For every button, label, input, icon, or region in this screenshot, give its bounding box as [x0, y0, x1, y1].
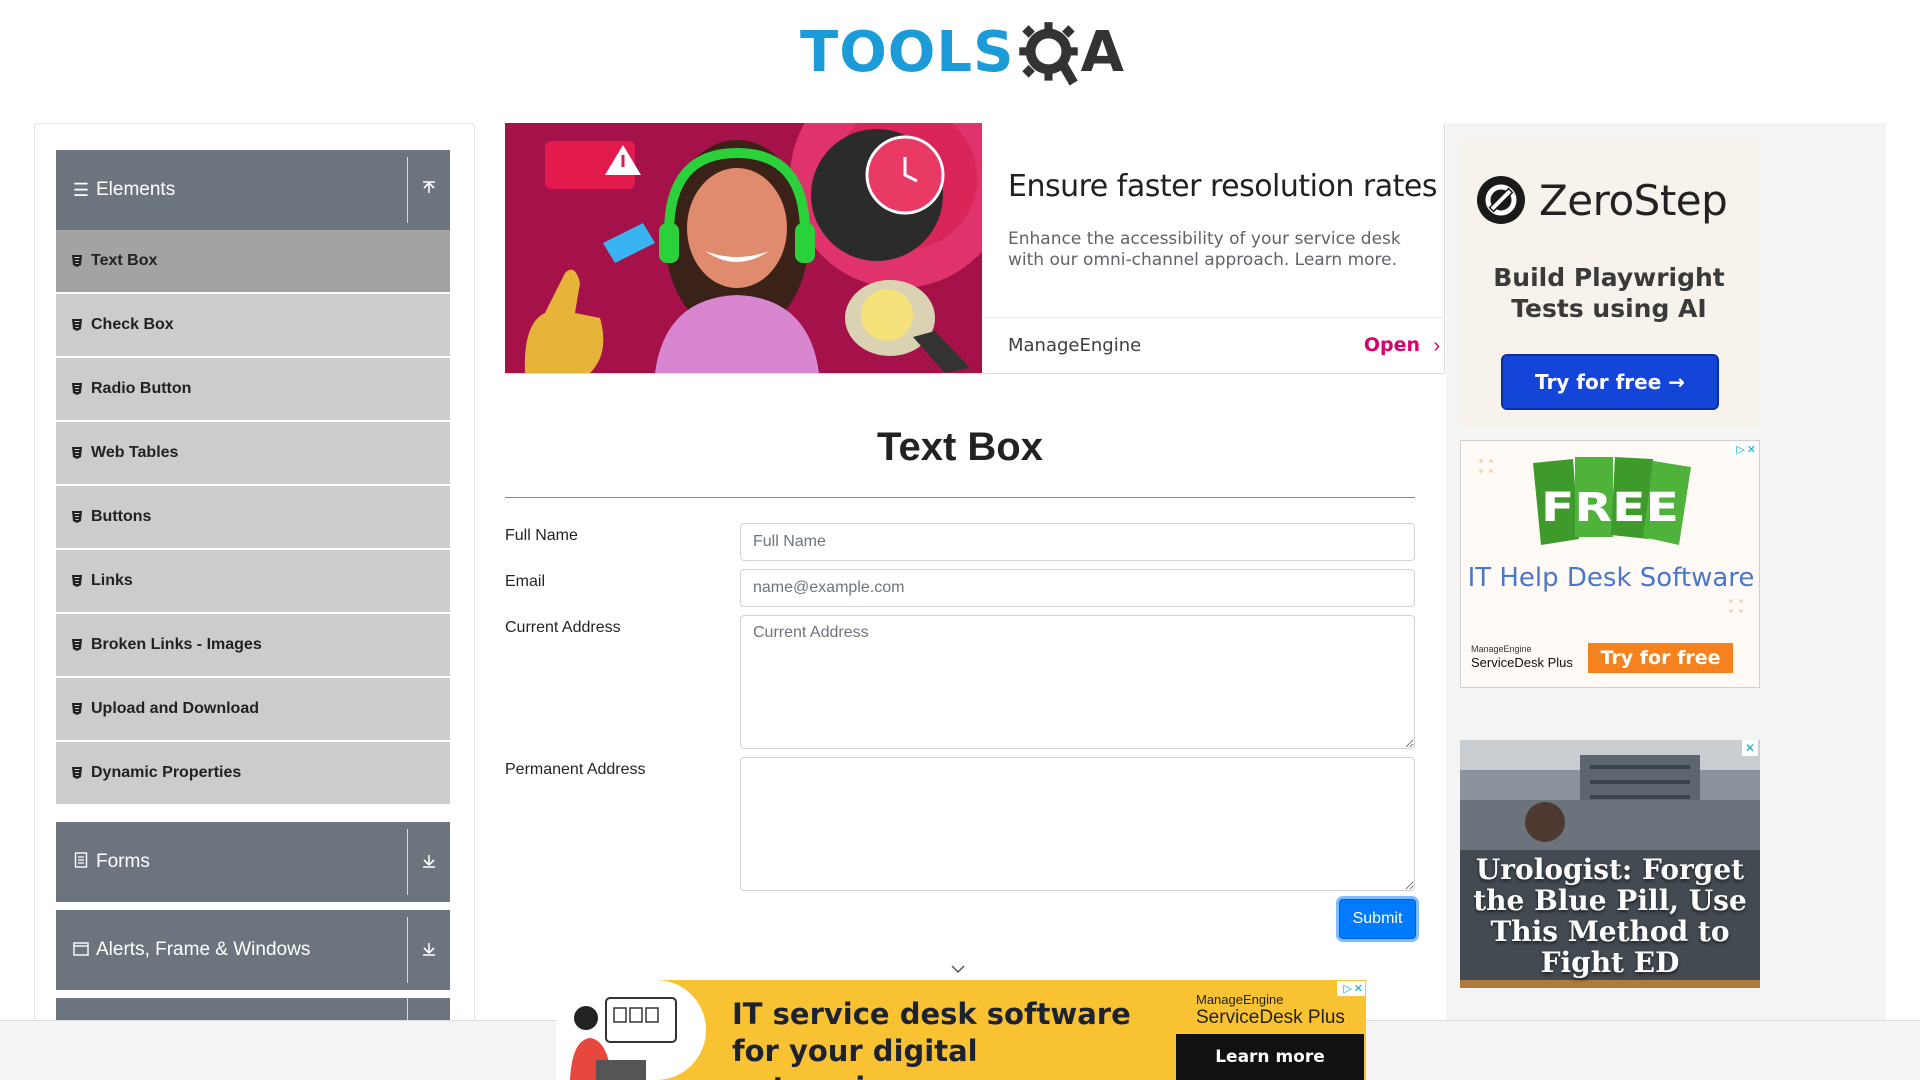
html-icon — [71, 574, 83, 588]
top-ad-banner[interactable]: Ensure faster resolution rates Enhance t… — [505, 123, 1445, 374]
sidebar-item-broken-links[interactable]: Broken Links - Images — [56, 614, 450, 676]
html-icon — [71, 766, 83, 780]
bottom-ad-headline: IT service desk software for your digita… — [732, 997, 1131, 1080]
news-ad-headline: Urologist: Forget the Blue Pill, Use Thi… — [1473, 853, 1747, 979]
free-ad-brand-small: ManageEngine — [1471, 644, 1532, 654]
ad-open-button[interactable]: Open — [1364, 334, 1420, 356]
servicedesk-free-ad[interactable]: FREE ▷ ✕ IT Help Desk Software ManageEngi… — [1460, 440, 1760, 688]
zerostep-logo-icon — [1477, 176, 1525, 224]
sidebar-item-buttons[interactable]: Buttons — [56, 486, 450, 548]
group-header-elements[interactable]: ☰ Elements — [56, 150, 450, 230]
download-arrow-icon[interactable] — [408, 940, 450, 961]
upload-arrow-icon[interactable] — [408, 180, 450, 201]
sidebar-item-radio-button[interactable]: Radio Button — [56, 358, 450, 420]
news-ad[interactable]: ✕ Urologist: Forget the Blue Pill, Use T… — [1460, 740, 1760, 988]
html-icon — [71, 254, 83, 268]
download-arrow-icon[interactable] — [408, 852, 450, 873]
sidebar-item-label: Dynamic Properties — [91, 764, 242, 781]
page-title: Text Box — [877, 425, 1043, 469]
html-icon — [71, 446, 83, 460]
sidebar-item-dynamic-properties[interactable]: Dynamic Properties — [56, 742, 450, 804]
current-address-label: Current Address — [505, 619, 621, 636]
hamburger-icon: ☰ — [72, 179, 90, 200]
zerostep-try-button[interactable]: Try for free → — [1501, 354, 1719, 410]
logo-a-text: A — [1080, 20, 1124, 85]
html-icon — [71, 638, 83, 652]
sidebar-item-text-box[interactable]: Text Box — [56, 230, 450, 292]
adchoices-icon[interactable]: ▷ ✕ — [1730, 442, 1758, 457]
html-icon — [71, 702, 83, 716]
sidebar-item-web-tables[interactable]: Web Tables — [56, 422, 450, 484]
ad-text-panel: Ensure faster resolution rates Enhance t… — [982, 123, 1444, 373]
sidebar-item-label: Upload and Download — [91, 700, 259, 717]
bottom-ad-brand: ServiceDesk Plus — [1196, 1007, 1345, 1028]
chevron-right-icon[interactable]: › — [1433, 335, 1440, 358]
sidebar-item-label: Web Tables — [91, 444, 179, 461]
chevron-down-icon[interactable] — [950, 958, 966, 979]
sidebar-item-links[interactable]: Links — [56, 550, 450, 612]
html-icon — [71, 382, 83, 396]
submit-button[interactable]: Submit — [1339, 899, 1416, 939]
sidebar-item-label: Broken Links - Images — [91, 636, 262, 653]
close-icon[interactable]: ✕ — [1742, 740, 1758, 756]
zerostep-ad[interactable]: ZeroStep Build Playwright Tests using AI… — [1459, 138, 1759, 428]
zerostep-logo: ZeroStep — [1475, 174, 1728, 226]
sidebar-item-label: Links — [91, 572, 133, 589]
gear-magnifier-icon — [1019, 22, 1079, 86]
logo-tools-text: TOOLS — [800, 20, 1015, 85]
elements-menu-list: Text Box Check Box Radio Button Web Tabl… — [56, 230, 450, 806]
ad-footer: ManageEngine Open › — [982, 317, 1444, 373]
ad-advertiser[interactable]: ManageEngine — [1008, 335, 1141, 356]
free-badge-letter: FREE — [1541, 485, 1679, 531]
group-label: Alerts, Frame & Windows — [96, 939, 311, 960]
email-input[interactable] — [740, 569, 1415, 607]
toolsqa-logo[interactable]: TOOLS A — [800, 14, 1124, 92]
document-icon — [72, 851, 90, 873]
free-ad-title: IT Help Desk Software — [1467, 563, 1755, 593]
full-name-label: Full Name — [505, 527, 578, 544]
bottom-ad-learn-more-button[interactable]: Learn more — [1176, 1034, 1364, 1080]
html-icon — [71, 510, 83, 524]
sidebar-item-label: Buttons — [91, 508, 152, 525]
group-label: Elements — [96, 179, 176, 200]
permanent-address-input[interactable] — [740, 757, 1415, 891]
sidebar-item-label: Check Box — [91, 316, 174, 333]
group-label: Forms — [96, 851, 150, 872]
window-icon — [72, 940, 90, 961]
sidebar-item-label: Text Box — [91, 252, 158, 269]
html-icon — [71, 318, 83, 332]
ad-illustration — [505, 123, 982, 373]
sidebar-item-label: Radio Button — [91, 380, 192, 397]
bottom-sticky-ad[interactable]: IT service desk software for your digita… — [556, 980, 1366, 1080]
ad-image — [505, 123, 982, 373]
title-divider — [505, 497, 1415, 498]
email-label: Email — [505, 573, 546, 590]
permanent-address-label: Permanent Address — [505, 761, 646, 778]
group-header-forms[interactable]: Forms — [56, 822, 450, 902]
ad-headline[interactable]: Ensure faster resolution rates — [1008, 169, 1437, 204]
zerostep-brand: ZeroStep — [1539, 175, 1728, 225]
ad-illustration — [556, 980, 706, 1080]
bottom-ad-brand-small: ManageEngine — [1196, 992, 1284, 1007]
adchoices-icon[interactable]: ▷ ✕ — [1337, 981, 1365, 996]
ad-description: Enhance the accessibility of your servic… — [1008, 229, 1401, 270]
zerostep-tagline: Build Playwright Tests using AI — [1493, 263, 1725, 323]
left-sidebar: ☰ Elements Text Box Check Box Radio Butt… — [34, 123, 475, 1024]
sidebar-item-upload-download[interactable]: Upload and Download — [56, 678, 450, 740]
full-name-input[interactable] — [740, 523, 1415, 561]
current-address-input[interactable] — [740, 615, 1415, 749]
sidebar-item-check-box[interactable]: Check Box — [56, 294, 450, 356]
group-header-alerts[interactable]: Alerts, Frame & Windows — [56, 910, 450, 990]
free-ad-try-button[interactable]: Try for free — [1588, 643, 1733, 673]
free-ad-brand: ServiceDesk Plus — [1471, 655, 1573, 670]
